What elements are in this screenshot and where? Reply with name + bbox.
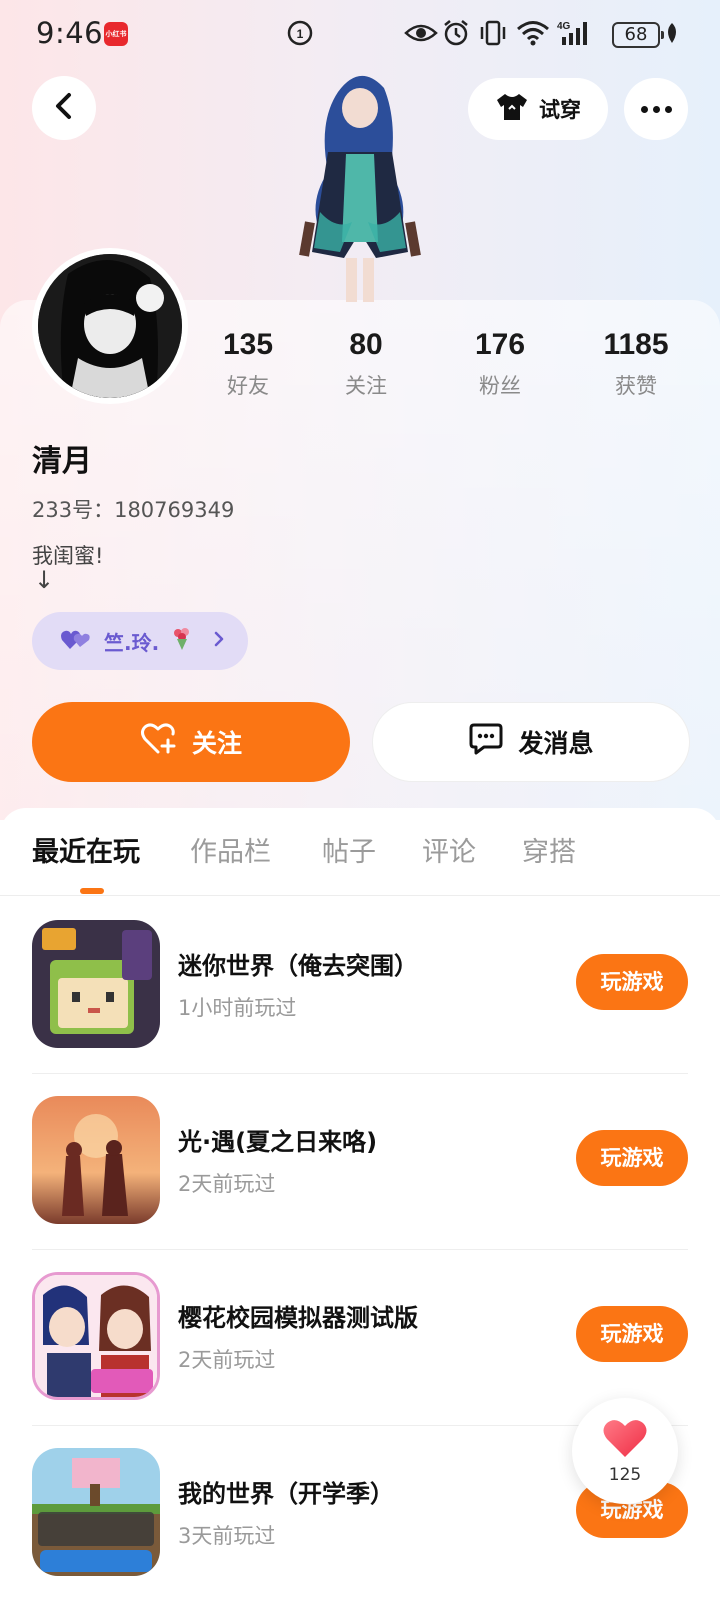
more-options-button[interactable]: [624, 78, 688, 140]
game-title: 樱花校园模拟器测试版: [178, 1304, 418, 1332]
like-count: 125: [608, 1465, 642, 1485]
tab-comments[interactable]: 评论: [422, 830, 476, 869]
leaf-icon: [664, 18, 680, 48]
tab-active-indicator: [80, 888, 104, 894]
heart-icon: [602, 1417, 648, 1463]
tshirt-icon: [495, 92, 529, 127]
tab-recently-played[interactable]: 最近在玩: [32, 830, 140, 869]
send-message-button[interactable]: 发消息: [372, 702, 690, 782]
stat-label: 粉丝: [479, 374, 521, 398]
message-label: 发消息: [518, 729, 594, 758]
game-icon-minecraft: [32, 1448, 160, 1576]
double-heart-icon: [60, 627, 92, 655]
try-on-label: 试穿: [539, 98, 581, 122]
game-title: 我的世界（开学季）: [178, 1480, 394, 1508]
more-dot: [664, 105, 672, 113]
stat-value: 176: [474, 328, 526, 361]
chevron-right-icon: [213, 630, 225, 652]
chat-bubble-icon: [468, 722, 504, 762]
more-dots-icon: [640, 105, 648, 113]
wifi-icon: [516, 18, 550, 48]
try-on-button[interactable]: 试穿: [468, 78, 608, 140]
game-icon-mini-world: [32, 920, 160, 1048]
svg-text:1: 1: [297, 27, 304, 41]
alarm-icon: [442, 18, 470, 48]
game-list-item[interactable]: 迷你世界（俺去突围） 1小时前玩过 玩游戏: [32, 898, 688, 1074]
more-dot: [652, 105, 660, 113]
network-type-label: 4G: [557, 21, 571, 32]
game-title: 光·遇(夏之日来咯): [178, 1128, 378, 1156]
game-last-played: 1小时前玩过: [178, 996, 297, 1020]
game-last-played: 2天前玩过: [178, 1172, 276, 1196]
data-saver-icon: 1: [286, 18, 314, 48]
profile-uid[interactable]: 233号：180769349: [32, 494, 234, 524]
stat-friends[interactable]: 135 好友: [188, 328, 308, 400]
stat-label: 获赞: [615, 374, 657, 398]
profile-name: 清月: [32, 444, 92, 479]
relation-chip[interactable]: 竺.玲.: [32, 612, 248, 670]
profile-stats: 135 好友 80 关注 176 粉丝 1185 获赞: [200, 328, 700, 408]
profile-bio-arrow: ↓: [34, 566, 55, 594]
stat-following[interactable]: 80 关注: [306, 328, 426, 400]
stat-value: 1185: [603, 328, 669, 361]
game-icon-sakura-school: [32, 1272, 160, 1400]
stat-label: 好友: [227, 374, 269, 398]
heart-plus-icon: [140, 722, 178, 762]
game-list-item[interactable]: 光·遇(夏之日来咯) 2天前玩过 玩游戏: [32, 1074, 688, 1250]
play-game-button[interactable]: 玩游戏: [576, 1130, 688, 1186]
stat-followers[interactable]: 176 粉丝: [440, 328, 560, 400]
chevron-left-icon: [53, 92, 75, 124]
avatar-image: [38, 254, 182, 398]
tab-posts[interactable]: 帖子: [322, 830, 376, 869]
play-game-button[interactable]: 玩游戏: [576, 1306, 688, 1362]
profile-avatar[interactable]: [32, 248, 188, 404]
vibrate-icon: [478, 18, 508, 48]
status-time: 9:46: [36, 16, 104, 50]
eye-icon: [404, 18, 438, 48]
game-icon-sky: [32, 1096, 160, 1224]
relation-name: 竺.玲.: [104, 630, 160, 655]
battery-indicator: 68: [612, 22, 664, 48]
play-game-button[interactable]: 玩游戏: [576, 954, 688, 1010]
follow-label: 关注: [191, 729, 242, 758]
game-last-played: 2天前玩过: [178, 1348, 276, 1372]
stat-value: 135: [222, 328, 274, 361]
back-button[interactable]: [32, 76, 96, 140]
stat-label: 关注: [345, 374, 387, 398]
game-last-played: 3天前玩过: [178, 1524, 276, 1548]
cellular-signal-icon: 4G: [556, 18, 592, 48]
tab-outfits[interactable]: 穿搭: [522, 830, 576, 869]
profile-tabs: 最近在玩 作品栏 帖子 评论 穿搭: [0, 808, 720, 896]
stat-likes[interactable]: 1185 获赞: [576, 328, 696, 400]
avatar-character-illustration[interactable]: [280, 62, 440, 302]
follow-button[interactable]: 关注: [32, 702, 350, 782]
game-list-item[interactable]: 樱花校园模拟器测试版 2天前玩过 玩游戏: [32, 1250, 688, 1426]
game-title: 迷你世界（俺去突围）: [178, 952, 418, 980]
bouquet-icon: [171, 627, 193, 655]
stat-value: 80: [349, 328, 383, 361]
tab-works[interactable]: 作品栏: [190, 830, 271, 869]
app-notification-icon: 小红书: [104, 22, 128, 46]
status-bar: 9:46 小红书 1 4G 68: [0, 0, 720, 70]
floating-like-button[interactable]: 125: [572, 1398, 678, 1504]
